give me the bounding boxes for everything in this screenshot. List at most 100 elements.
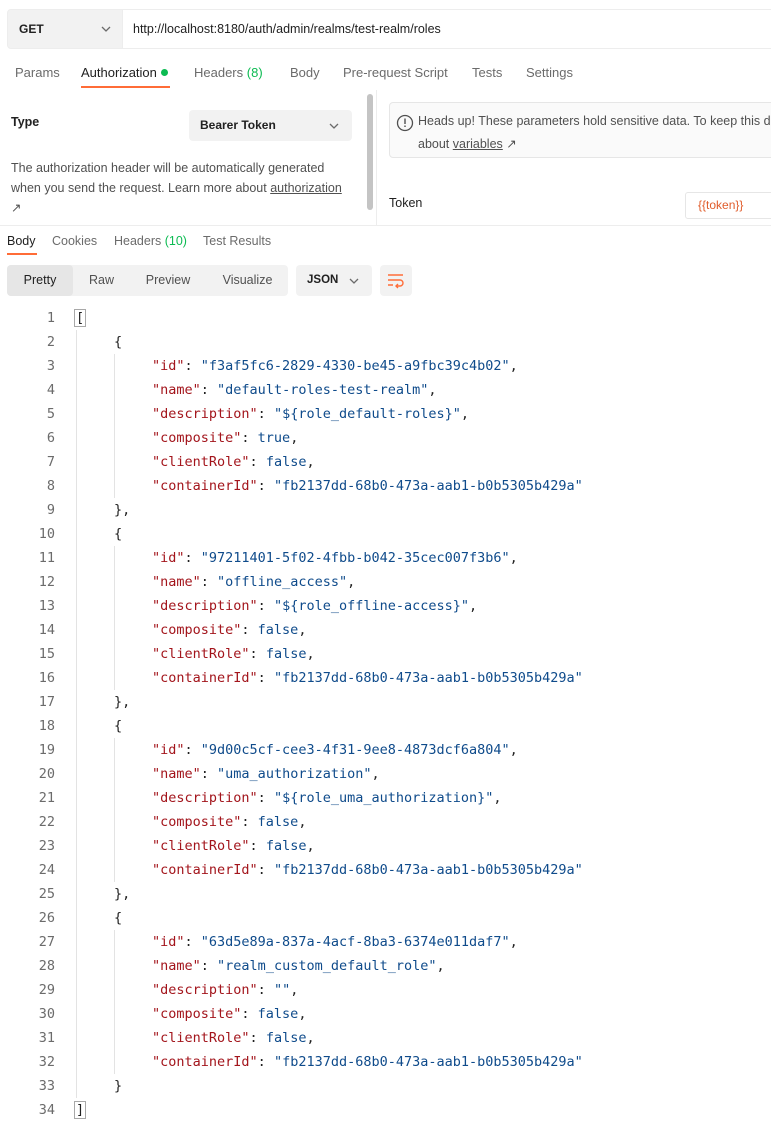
line-number: 24 bbox=[38, 862, 55, 878]
json-punctuation: , bbox=[509, 550, 518, 566]
json-punctuation: : bbox=[249, 838, 266, 854]
tab-params[interactable]: Params bbox=[15, 65, 60, 80]
json-key: "containerId" bbox=[152, 670, 258, 686]
tab-settings[interactable]: Settings bbox=[526, 65, 573, 80]
code-text: { bbox=[114, 330, 122, 354]
tab-response-test-results[interactable]: Test Results bbox=[203, 234, 271, 248]
json-key: "name" bbox=[152, 958, 201, 974]
auth-token-panel: Heads up! These parameters hold sensitiv… bbox=[377, 90, 771, 226]
code-text: "clientRole": false, bbox=[152, 1026, 315, 1050]
code-line: 25}, bbox=[0, 882, 771, 906]
json-value: false bbox=[265, 1030, 307, 1046]
code-text: "description": "${role_offline-access}", bbox=[152, 594, 477, 618]
panel-resize-handle[interactable] bbox=[367, 94, 373, 210]
tab-tests[interactable]: Tests bbox=[472, 65, 502, 80]
method-select[interactable]: GET bbox=[7, 9, 123, 49]
json-punctuation: : bbox=[184, 358, 201, 374]
code-text: "description": "${role_default-roles}", bbox=[152, 402, 469, 426]
json-punctuation: , bbox=[298, 814, 307, 830]
code-text: "containerId": "fb2137dd-68b0-473a-aab1-… bbox=[152, 858, 583, 882]
json-value: false bbox=[265, 454, 307, 470]
token-input[interactable]: {{token}} bbox=[685, 192, 771, 219]
code-line: 30 "composite": false, bbox=[0, 1002, 771, 1026]
code-line: 19 "id": "9d00c5cf-cee3-4f31-9ee8-4873dcf… bbox=[0, 738, 771, 762]
line-number: 33 bbox=[38, 1078, 55, 1094]
json-punctuation: }, bbox=[114, 694, 131, 710]
json-value: "97211401-5f02-4fbb-b042-35cec007f3b6" bbox=[200, 550, 510, 566]
json-value: "fb2137dd-68b0-473a-aab1-b0b5305b429a" bbox=[273, 862, 583, 878]
tab-response-cookies[interactable]: Cookies bbox=[52, 234, 97, 248]
code-text: "composite": false, bbox=[152, 810, 306, 834]
code-line: 29 "description": "", bbox=[0, 978, 771, 1002]
code-line: 22 "composite": false, bbox=[0, 810, 771, 834]
json-punctuation: , bbox=[298, 1006, 307, 1022]
code-text: "composite": false, bbox=[152, 618, 306, 642]
tab-headers[interactable]: Headers (8) bbox=[194, 65, 263, 80]
variables-link[interactable]: variables bbox=[453, 137, 503, 151]
json-punctuation: , bbox=[290, 430, 299, 446]
json-punctuation: : bbox=[184, 550, 201, 566]
json-value: true bbox=[257, 430, 291, 446]
json-key: "description" bbox=[152, 790, 258, 806]
json-punctuation: { bbox=[114, 526, 123, 542]
code-text: "description": "${role_uma_authorization… bbox=[152, 786, 502, 810]
code-text: "id": "9d00c5cf-cee3-4f31-9ee8-4873dcf6a… bbox=[152, 738, 518, 762]
code-line: 15 "clientRole": false, bbox=[0, 642, 771, 666]
json-value: "realm_custom_default_role" bbox=[217, 958, 437, 974]
json-punctuation: , bbox=[306, 1030, 315, 1046]
code-text: "containerId": "fb2137dd-68b0-473a-aab1-… bbox=[152, 1050, 583, 1074]
line-number: 22 bbox=[38, 814, 55, 830]
json-value: "uma_authorization" bbox=[217, 766, 372, 782]
line-number: 10 bbox=[38, 526, 55, 542]
json-key: "composite" bbox=[152, 814, 242, 830]
line-number: 2 bbox=[46, 334, 55, 350]
code-line: 27 "id": "63d5e89a-837a-4acf-8ba3-6374e01… bbox=[0, 930, 771, 954]
url-value: http://localhost:8180/auth/admin/realms/… bbox=[133, 22, 441, 36]
code-line: 12 "name": "offline_access", bbox=[0, 570, 771, 594]
json-key: "id" bbox=[152, 742, 185, 758]
wrap-lines-button[interactable] bbox=[380, 265, 412, 296]
view-raw-button[interactable]: Raw bbox=[79, 265, 124, 296]
url-input[interactable]: http://localhost:8180/auth/admin/realms/… bbox=[123, 9, 771, 49]
code-text: "clientRole": false, bbox=[152, 834, 315, 858]
json-key: "name" bbox=[152, 382, 201, 398]
json-punctuation: : bbox=[184, 742, 201, 758]
view-visualize-button[interactable]: Visualize bbox=[213, 265, 282, 296]
json-value: "default-roles-test-realm" bbox=[217, 382, 429, 398]
code-line: 18 { bbox=[0, 714, 771, 738]
json-key: "description" bbox=[152, 982, 258, 998]
tab-body[interactable]: Body bbox=[290, 65, 320, 80]
tab-response-body[interactable]: Body bbox=[7, 234, 36, 248]
json-punctuation: , bbox=[469, 598, 478, 614]
json-value: "9d00c5cf-cee3-4f31-9ee8-4873dcf6a804" bbox=[200, 742, 510, 758]
active-response-tab-indicator bbox=[7, 253, 37, 255]
tab-response-headers[interactable]: Headers (10) bbox=[114, 234, 187, 248]
code-line: 17}, bbox=[0, 690, 771, 714]
format-select[interactable]: JSON bbox=[296, 265, 372, 296]
chevron-down-icon bbox=[329, 123, 339, 129]
token-label: Token bbox=[389, 196, 423, 210]
code-text: "composite": true, bbox=[152, 426, 298, 450]
auth-type-select[interactable]: Bearer Token bbox=[189, 110, 352, 141]
view-pretty-button[interactable]: Pretty bbox=[7, 265, 73, 296]
code-line: 3 "id": "f3af5fc6-2829-4330-be45-a9fbc39c… bbox=[0, 354, 771, 378]
tab-pre-request-script[interactable]: Pre-request Script bbox=[343, 65, 448, 80]
code-text: ] bbox=[74, 1098, 87, 1122]
indent-guide bbox=[114, 738, 115, 882]
code-line: 11 "id": "97211401-5f02-4fbb-b042-35cec00… bbox=[0, 546, 771, 570]
authorization-link[interactable]: authorization bbox=[270, 181, 342, 195]
json-key: "containerId" bbox=[152, 1054, 258, 1070]
json-punctuation: : bbox=[200, 574, 218, 590]
method-value: GET bbox=[19, 22, 44, 36]
line-number: 25 bbox=[38, 886, 55, 902]
tab-authorization[interactable]: Authorization bbox=[81, 65, 168, 80]
code-text: "clientRole": false, bbox=[152, 642, 315, 666]
view-preview-button[interactable]: Preview bbox=[135, 265, 201, 296]
json-key: "clientRole" bbox=[152, 454, 250, 470]
json-punctuation: : bbox=[241, 622, 258, 638]
code-line: 4 "name": "default-roles-test-realm", bbox=[0, 378, 771, 402]
external-link-icon: ↗ bbox=[11, 201, 22, 215]
json-key: "composite" bbox=[152, 430, 242, 446]
wrap-lines-icon bbox=[388, 274, 404, 289]
json-punctuation: , bbox=[509, 742, 518, 758]
